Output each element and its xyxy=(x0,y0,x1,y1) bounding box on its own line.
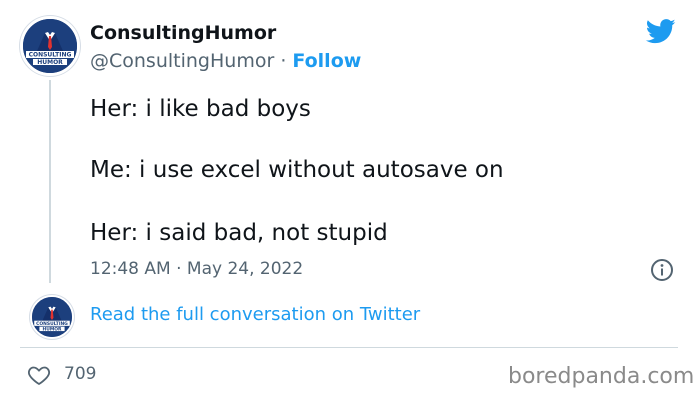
tweet-text-line-3: Her: i said bad, not stupid xyxy=(90,220,388,246)
avatar-text-line2: HUMOR xyxy=(37,59,63,66)
avatar-logo: CONSULTING HUMOR xyxy=(23,19,77,73)
heart-icon[interactable] xyxy=(27,363,51,387)
author-avatar[interactable]: CONSULTING HUMOR xyxy=(20,16,80,76)
reply-avatar[interactable]: CONSULTING HUMOR xyxy=(30,295,74,339)
tweet-timestamp[interactable]: 12:48 AM · May 24, 2022 xyxy=(90,259,303,279)
tweet-text-line-2: Me: i use excel without autosave on xyxy=(90,157,504,183)
like-count: 709 xyxy=(64,364,97,384)
author-handle-row: @ConsultingHumor · Follow xyxy=(90,50,361,72)
tweet-text-line-1: Her: i like bad boys xyxy=(90,96,311,122)
thread-connector-line xyxy=(49,80,51,283)
info-icon[interactable] xyxy=(650,258,674,282)
author-handle[interactable]: @ConsultingHumor xyxy=(90,50,274,72)
avatar-logo-small: CONSULTING HUMOR xyxy=(32,297,72,337)
tweet-card: CONSULTING HUMOR ConsultingHumor @Consul… xyxy=(0,0,700,400)
read-full-conversation-link[interactable]: Read the full conversation on Twitter xyxy=(90,304,420,325)
follow-button[interactable]: Follow xyxy=(292,50,361,72)
avatar-text-line1: CONSULTING xyxy=(29,52,72,59)
divider xyxy=(20,347,678,348)
avatar-small-text-line1: CONSULTING xyxy=(36,321,68,327)
avatar-small-text-line2: HUMOR xyxy=(43,326,63,332)
watermark: boredpanda.com xyxy=(508,364,695,389)
author-display-name[interactable]: ConsultingHumor xyxy=(90,22,276,44)
twitter-bird-icon[interactable] xyxy=(644,16,678,46)
handle-separator: · xyxy=(280,50,287,72)
